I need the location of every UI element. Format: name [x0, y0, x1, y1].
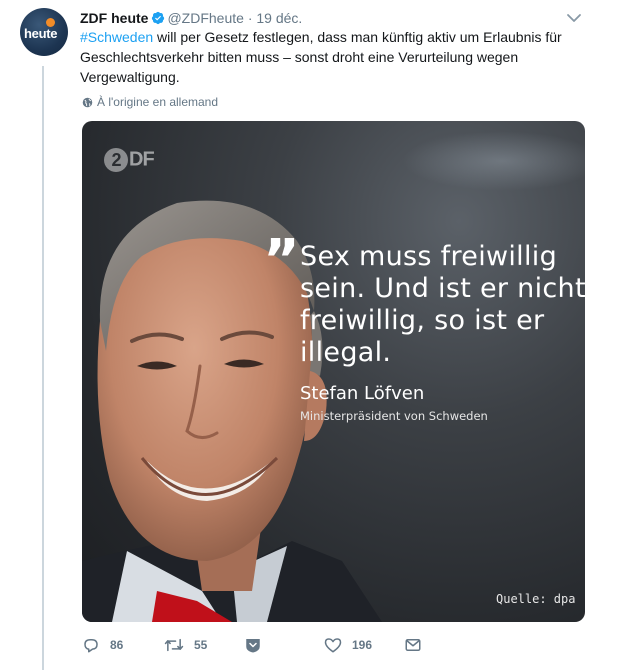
- globe-icon: [82, 97, 93, 107]
- moments-button[interactable]: [244, 636, 272, 654]
- retweet-count: 55: [194, 638, 208, 652]
- thread-connector-line: [42, 66, 44, 670]
- hashtag-link[interactable]: #Schweden: [80, 29, 153, 45]
- reply-button[interactable]: 86: [82, 636, 123, 654]
- tweet-timestamp[interactable]: 19 déc.: [256, 10, 302, 26]
- tweet-actions: 86 55 196: [82, 636, 522, 658]
- like-count: 196: [352, 638, 373, 652]
- verified-badge-icon: [152, 11, 165, 25]
- quote-author: Stefan Löfven: [300, 383, 425, 404]
- translation-label: À l'origine en allemand: [97, 95, 219, 109]
- reply-icon: [84, 639, 98, 653]
- portrait-illustration: [82, 200, 382, 622]
- direct-message-button[interactable]: [404, 636, 432, 654]
- quote-line: Sex muss freiwillig: [300, 241, 558, 272]
- quote-author-role: Ministerpräsident von Schweden: [300, 409, 488, 423]
- retweet-icon: [164, 638, 184, 652]
- avatar[interactable]: heute: [20, 8, 68, 56]
- translation-notice[interactable]: À l'origine en allemand: [82, 94, 218, 110]
- retweet-button[interactable]: 55: [164, 636, 207, 654]
- image-source-credit: Quelle: dpa: [496, 592, 576, 606]
- author-name[interactable]: ZDF heute: [80, 10, 148, 26]
- envelope-icon: [405, 639, 421, 651]
- author-handle[interactable]: @ZDFheute: [167, 10, 243, 26]
- tweet-image[interactable]: 2 DF ” Sex muss freiwillig sein. Und ist …: [82, 121, 585, 622]
- heart-shield-icon: [246, 639, 260, 653]
- quote-text: Sex muss freiwillig sein. Und ist er nic…: [300, 241, 585, 369]
- heart-icon: [324, 638, 342, 653]
- zdf-logo: 2 DF: [104, 148, 155, 172]
- like-button[interactable]: 196: [324, 636, 372, 654]
- tweet-body: will per Gesetz festlegen, dass man künf…: [80, 29, 562, 85]
- tweet-text: #Schweden will per Gesetz festlegen, das…: [80, 27, 580, 87]
- quote-line: freiwillig, so ist er: [300, 305, 545, 336]
- separator-dot: ·: [247, 10, 253, 26]
- quote-line: sein. Und ist er nicht: [300, 273, 585, 304]
- quote-line: illegal.: [300, 337, 392, 368]
- chevron-down-icon[interactable]: [566, 12, 582, 24]
- avatar-logo-text: heute: [24, 26, 58, 41]
- reply-count: 86: [110, 638, 124, 652]
- quote-mark-icon: ”: [263, 228, 300, 293]
- tweet-header: ZDF heute @ZDFheute · 19 déc.: [80, 9, 302, 27]
